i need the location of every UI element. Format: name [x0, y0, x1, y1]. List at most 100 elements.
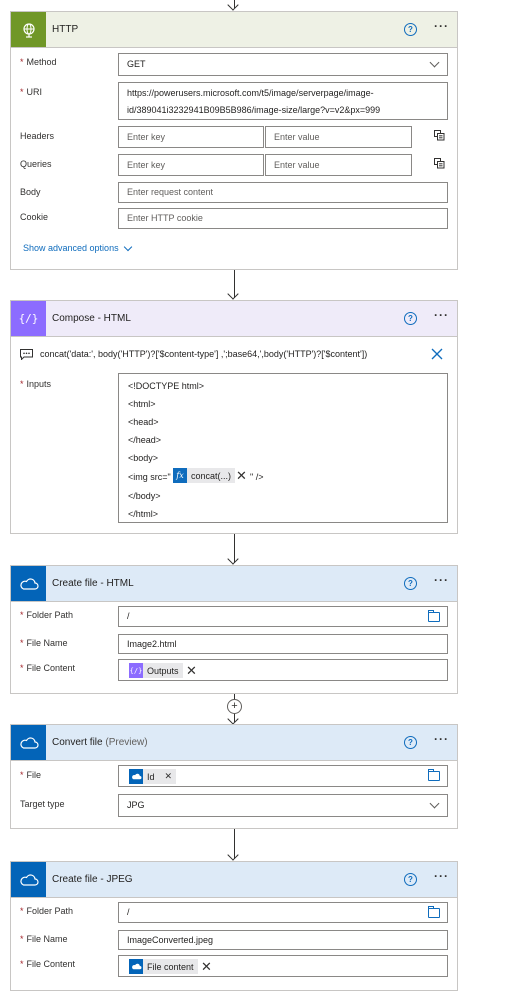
more-ellipsis-icon[interactable]: ··· — [434, 308, 449, 322]
code-line: <!DOCTYPE html> — [128, 381, 205, 391]
folder-path-label: * Folder Path — [20, 906, 74, 916]
arrow-4 — [227, 849, 239, 861]
method-select[interactable]: GET — [118, 53, 448, 76]
queries-label: Queries — [20, 159, 52, 169]
chevron-down-icon — [429, 798, 440, 809]
comment-icon — [20, 349, 33, 360]
curly-braces-icon: {/} — [18, 312, 39, 325]
create-file-jpeg-card: Create file - JPEG ? ··· * Folder Path / … — [10, 861, 458, 991]
http-icon-box — [11, 12, 46, 47]
onedrive-icon-box — [11, 725, 46, 760]
remove-token-icon[interactable]: ✕ — [165, 771, 173, 782]
folder-icon[interactable] — [428, 769, 440, 781]
help-circle-icon[interactable]: ? — [404, 873, 417, 886]
uri-field[interactable]: https://powerusers.microsoft.com/t5/imag… — [118, 82, 448, 120]
img-prefix: <img src=" — [128, 472, 171, 482]
uri-line-1: https://powerusers.microsoft.com/t5/imag… — [127, 88, 374, 98]
folder-path-input[interactable]: / — [118, 606, 448, 627]
file-name-input[interactable]: ImageConverted.jpeg — [118, 930, 448, 950]
help-circle-icon[interactable]: ? — [404, 312, 417, 325]
cloud-icon — [19, 577, 39, 590]
file-content-input[interactable]: {/} Outputs ✕ — [118, 659, 448, 681]
remove-token-icon[interactable]: ✕ — [201, 960, 212, 973]
file-content-label: * File Content — [20, 959, 76, 969]
add-step-button[interactable]: + — [227, 699, 242, 714]
remove-token-icon[interactable]: ✕ — [236, 469, 247, 482]
method-label: * Method — [20, 57, 57, 67]
create-file-html-card: Create file - HTML ? ··· * Folder Path / … — [10, 565, 458, 694]
file-content-input[interactable]: File content ✕ — [118, 955, 448, 977]
compose-action-card: {/} Compose - HTML ? ··· concat('data:',… — [10, 300, 458, 534]
cloud-icon — [19, 736, 39, 749]
target-type-select[interactable]: JPG — [118, 794, 448, 817]
more-ellipsis-icon[interactable]: ··· — [434, 19, 449, 33]
compose-card-header[interactable]: {/} Compose - HTML ? ··· — [11, 301, 457, 337]
fx-icon: fx — [173, 468, 187, 483]
cookie-input[interactable]: Enter HTTP cookie — [118, 208, 448, 229]
code-line: </body> — [128, 491, 161, 501]
compose-icon-box: {/} — [11, 301, 46, 336]
folder-icon[interactable] — [428, 906, 440, 918]
compose-card-title: Compose - HTML — [52, 313, 131, 324]
create-file-html-title: Create file - HTML — [52, 578, 134, 589]
uri-label: * URI — [20, 87, 43, 97]
arrow-3 — [227, 713, 239, 725]
inputs-editor[interactable]: <!DOCTYPE html> <html> <head> </head> <b… — [118, 373, 448, 523]
expression-token[interactable]: fx concat(...) — [173, 468, 236, 483]
chevron-down-icon — [123, 242, 133, 252]
headers-label: Headers — [20, 131, 55, 141]
file-input[interactable]: Id ✕ — [118, 765, 448, 787]
folder-path-input[interactable]: / — [118, 902, 448, 923]
headers-key-input[interactable]: Enter key — [118, 126, 264, 148]
uri-line-2: id/389041i3232941B09B5B986/image-size/la… — [127, 105, 381, 115]
body-input[interactable]: Enter request content — [118, 182, 448, 203]
folder-path-label: * Folder Path — [20, 610, 74, 620]
create-file-jpeg-header[interactable]: Create file - JPEG ? ··· — [11, 862, 457, 898]
remove-token-icon[interactable]: ✕ — [186, 664, 197, 677]
help-circle-icon[interactable]: ? — [404, 577, 417, 590]
close-icon[interactable] — [431, 348, 443, 360]
chevron-down-icon — [429, 57, 440, 68]
cloud-icon — [129, 959, 143, 974]
http-card-header[interactable]: HTTP ? ··· — [11, 12, 457, 48]
queries-key-input[interactable]: Enter key — [118, 154, 264, 176]
img-suffix: " /> — [250, 472, 264, 482]
convert-file-title: Convert file (Preview) — [52, 737, 148, 748]
id-token[interactable]: Id ✕ — [129, 769, 177, 784]
arrow-top — [227, 0, 239, 11]
show-advanced-options-link[interactable]: Show advanced options — [23, 242, 133, 253]
onedrive-icon-box — [11, 862, 46, 897]
http-card-title: HTTP — [52, 24, 79, 35]
cloud-icon — [129, 769, 143, 784]
folder-icon[interactable] — [428, 610, 440, 622]
file-name-label: * File Name — [20, 934, 68, 944]
help-circle-icon[interactable]: ? — [404, 23, 417, 36]
more-ellipsis-icon[interactable]: ··· — [434, 869, 449, 883]
file-label: * File — [20, 770, 42, 780]
code-line: <html> — [128, 399, 156, 409]
outputs-token[interactable]: {/} Outputs — [129, 663, 183, 678]
more-ellipsis-icon[interactable]: ··· — [434, 732, 449, 746]
help-circle-icon[interactable]: ? — [404, 736, 417, 749]
create-file-html-header[interactable]: Create file - HTML ? ··· — [11, 566, 457, 602]
switch-to-text-mode-icon[interactable] — [434, 130, 445, 141]
inputs-label: * Inputs — [20, 379, 52, 389]
code-line: <body> — [128, 453, 159, 463]
queries-value-input[interactable]: Enter value — [265, 154, 412, 176]
globe-icon — [22, 22, 35, 38]
cloud-icon — [19, 873, 39, 886]
headers-value-input[interactable]: Enter value — [265, 126, 412, 148]
onedrive-icon-box — [11, 566, 46, 601]
file-content-token[interactable]: File content — [129, 959, 198, 974]
file-name-input[interactable]: Image2.html — [118, 634, 448, 654]
more-ellipsis-icon[interactable]: ··· — [434, 573, 449, 587]
curly-braces-icon: {/} — [129, 663, 143, 678]
convert-file-header[interactable]: Convert file (Preview) ? ··· — [11, 725, 457, 761]
create-file-jpeg-title: Create file - JPEG — [52, 874, 133, 885]
http-action-card: HTTP ? ··· * Method GET * URI https://powe… — [10, 11, 458, 270]
expression-text[interactable]: concat('data:', body('HTTP')?['$content-… — [40, 349, 367, 359]
code-line: </head> — [128, 435, 162, 445]
switch-to-text-mode-icon[interactable] — [434, 158, 445, 169]
target-type-label: Target type — [20, 799, 65, 809]
arrow-2 — [227, 553, 239, 565]
